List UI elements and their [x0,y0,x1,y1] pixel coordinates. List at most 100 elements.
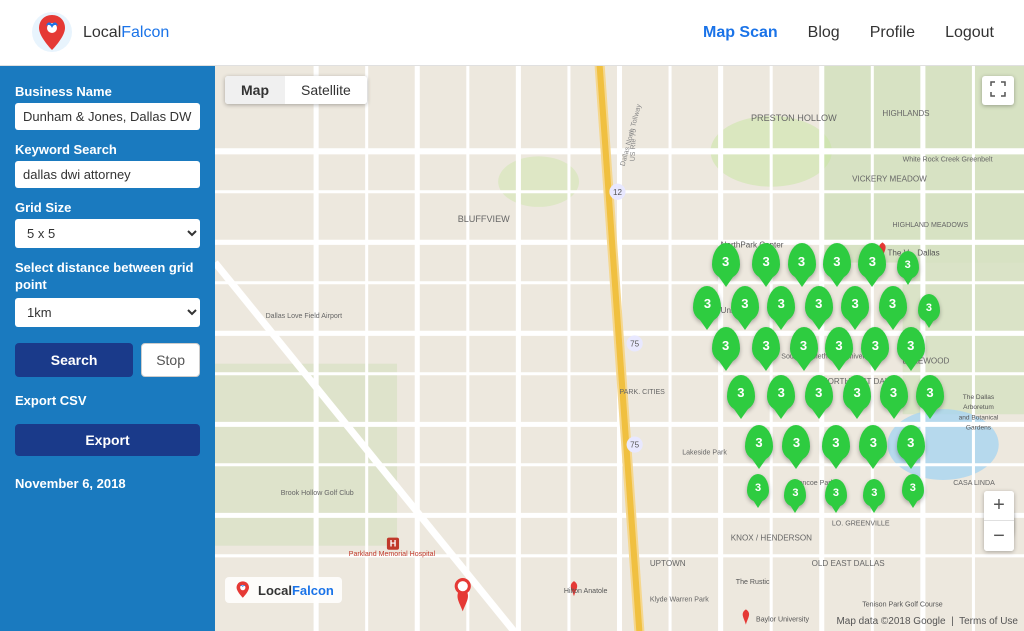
map-pin[interactable]: 3 [859,425,887,461]
nav-profile[interactable]: Profile [870,24,915,42]
search-button[interactable]: Search [15,343,133,377]
map-pin[interactable]: 3 [747,474,769,502]
map-pin[interactable]: 3 [897,425,925,461]
business-name-label: Business Name [15,84,200,99]
export-csv-label: Export CSV [15,393,200,408]
fullscreen-button[interactable] [982,76,1014,105]
logo: LocalFalcon [30,10,169,55]
svg-text:Klyde Warren Park: Klyde Warren Park [650,596,709,603]
map-pin[interactable]: 3 [858,243,886,279]
svg-text:HIGHLANDS: HIGHLANDS [882,109,930,118]
svg-text:White Rock Creek Greenbelt: White Rock Creek Greenbelt [903,156,993,163]
svg-text:Parkland Memorial Hospital: Parkland Memorial Hospital [349,551,436,558]
nav-logout[interactable]: Logout [945,24,994,42]
map-watermark: LocalFalcon [225,577,342,603]
map-pin[interactable]: 3 [784,479,806,507]
zoom-controls: + − [984,491,1014,551]
satellite-btn[interactable]: Satellite [285,76,367,104]
svg-text:PRESTON HOLLOW: PRESTON HOLLOW [751,113,837,123]
distance-select[interactable]: 1km 2km 3km 5km [15,298,200,327]
map-pin[interactable]: 3 [863,479,885,507]
map-pin[interactable]: 3 [916,375,944,411]
date-display: November 6, 2018 [15,476,200,491]
map-pin[interactable]: 3 [745,425,773,461]
map-area: PRESTON HOLLOW HIGHLANDS VICKERY MEADOW … [215,66,1024,631]
map-pin[interactable]: 3 [879,286,907,322]
map-pin[interactable]: 3 [823,243,851,279]
svg-text:KNOX / HENDERSON: KNOX / HENDERSON [731,534,812,543]
svg-text:BLUFFVIEW: BLUFFVIEW [458,214,510,224]
zoom-in-button[interactable]: + [984,491,1014,521]
watermark-text: LocalFalcon [258,583,334,598]
svg-text:Hilton Anatole: Hilton Anatole [564,588,608,595]
fullscreen-icon [990,81,1006,97]
map-pin[interactable]: 3 [825,479,847,507]
map-pin[interactable]: 3 [902,474,924,502]
map-pin[interactable]: 3 [788,243,816,279]
svg-text:Arboretum: Arboretum [963,404,994,411]
logo-icon [30,10,75,55]
svg-text:and Botanical: and Botanical [959,414,999,421]
map-pin[interactable]: 3 [805,375,833,411]
map-pin[interactable]: 3 [752,243,780,279]
map-attribution: Map data ©2018 Google | Terms of Use [836,616,1018,627]
map-pin[interactable]: 3 [712,327,740,363]
map-pin[interactable]: 3 [767,375,795,411]
attribution-text: Map data ©2018 Google [836,616,945,627]
sidebar: Business Name Keyword Search Grid Size 5… [0,66,215,631]
map-toggle: Map Satellite [225,76,367,104]
map-pin[interactable]: 3 [731,286,759,322]
svg-text:LO. GREENVILLE: LO. GREENVILLE [832,520,890,527]
svg-text:The Dallas: The Dallas [963,394,995,401]
main-layout: Business Name Keyword Search Grid Size 5… [0,66,1024,631]
grid-size-select[interactable]: 5 x 5 3 x 3 7 x 7 9 x 9 [15,219,200,248]
grid-size-field: Grid Size 5 x 5 3 x 3 7 x 7 9 x 9 [15,200,200,248]
svg-text:OLD EAST DALLAS: OLD EAST DALLAS [812,559,886,568]
map-pin[interactable]: 3 [805,286,833,322]
map-btn[interactable]: Map [225,76,285,104]
nav: Map Scan Blog Profile Logout [703,24,994,42]
svg-text:H: H [390,539,397,549]
zoom-out-button[interactable]: − [984,521,1014,551]
map-pin[interactable]: 3 [822,425,850,461]
svg-text:The Rustic: The Rustic [736,579,770,586]
svg-text:PARK. CITIES: PARK. CITIES [620,389,666,396]
keyword-label: Keyword Search [15,142,200,157]
map-pin[interactable]: 3 [782,425,810,461]
svg-text:12: 12 [613,188,622,197]
map-pin[interactable]: 3 [841,286,869,322]
keyword-input[interactable] [15,161,200,188]
export-button[interactable]: Export [15,424,200,456]
svg-text:UPTOWN: UPTOWN [650,559,686,568]
map-pin[interactable]: 3 [727,375,755,411]
logo-local: Local [83,24,121,41]
map-pin[interactable]: 3 [752,327,780,363]
nav-blog[interactable]: Blog [808,24,840,42]
map-pin[interactable]: 3 [767,286,795,322]
svg-text:Lakeside Park: Lakeside Park [682,450,727,457]
map-pin[interactable]: 3 [843,375,871,411]
keyword-field: Keyword Search [15,142,200,188]
svg-text:75: 75 [630,441,639,450]
stop-button[interactable]: Stop [141,343,200,377]
watermark-falcon: Falcon [292,583,334,598]
business-name-input[interactable] [15,103,200,130]
nav-map-scan[interactable]: Map Scan [703,24,778,42]
map-pin[interactable]: 3 [712,243,740,279]
svg-text:75: 75 [630,339,639,348]
map-pin[interactable]: 3 [825,327,853,363]
map-pin[interactable]: 3 [897,327,925,363]
map-pin[interactable]: 3 [897,251,919,279]
map-pin[interactable]: 3 [693,286,721,322]
svg-text:CASA LINDA: CASA LINDA [953,480,995,487]
svg-text:Tenison Park Golf Course: Tenison Park Golf Course [862,601,943,608]
terms-link[interactable]: Terms of Use [959,616,1018,627]
map-pin[interactable]: 3 [880,375,908,411]
business-name-field: Business Name [15,84,200,130]
map-pin[interactable]: 3 [790,327,818,363]
map-pin[interactable]: 3 [861,327,889,363]
watermark-logo-icon [233,580,253,600]
map-pin[interactable]: 3 [918,294,940,322]
distance-label: Select distance between grid point [15,260,200,294]
svg-text:Baylor University: Baylor University [756,617,809,624]
